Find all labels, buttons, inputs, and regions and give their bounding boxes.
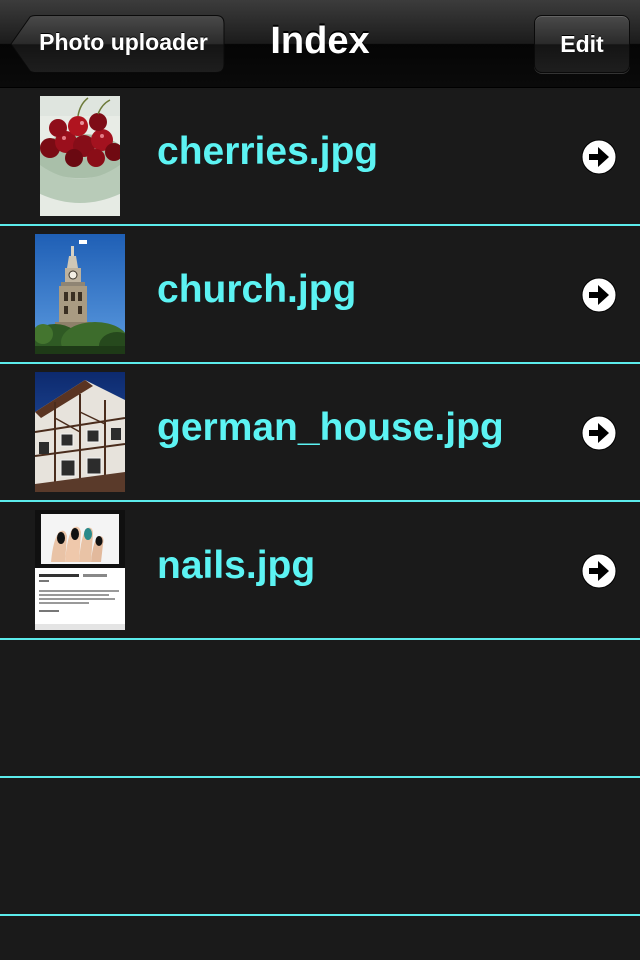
table-row[interactable]: cherries.jpg <box>0 88 640 226</box>
german-house-thumbnail <box>35 372 125 492</box>
navigation-bar: Photo uploader Index Edit <box>0 0 640 88</box>
disclosure-arrow-icon[interactable] <box>581 553 617 589</box>
edit-button[interactable]: Edit <box>534 15 630 73</box>
screen: Photo uploader Index Edit cherries.jpg c… <box>0 0 640 960</box>
table-row[interactable]: nails.jpg <box>0 502 640 640</box>
church-thumbnail <box>35 234 125 354</box>
empty-table-row <box>0 778 640 916</box>
empty-table-row <box>0 640 640 778</box>
nails-thumbnail <box>35 510 125 630</box>
row-label: german_house.jpg <box>157 406 504 449</box>
table-row[interactable]: german_house.jpg <box>0 364 640 502</box>
row-label: cherries.jpg <box>157 130 379 173</box>
cherries-thumbnail <box>40 96 120 216</box>
table-row[interactable]: church.jpg <box>0 226 640 364</box>
disclosure-arrow-icon[interactable] <box>581 277 617 313</box>
row-label: nails.jpg <box>157 544 316 587</box>
disclosure-arrow-icon[interactable] <box>581 139 617 175</box>
row-label: church.jpg <box>157 268 357 311</box>
disclosure-arrow-icon[interactable] <box>581 415 617 451</box>
